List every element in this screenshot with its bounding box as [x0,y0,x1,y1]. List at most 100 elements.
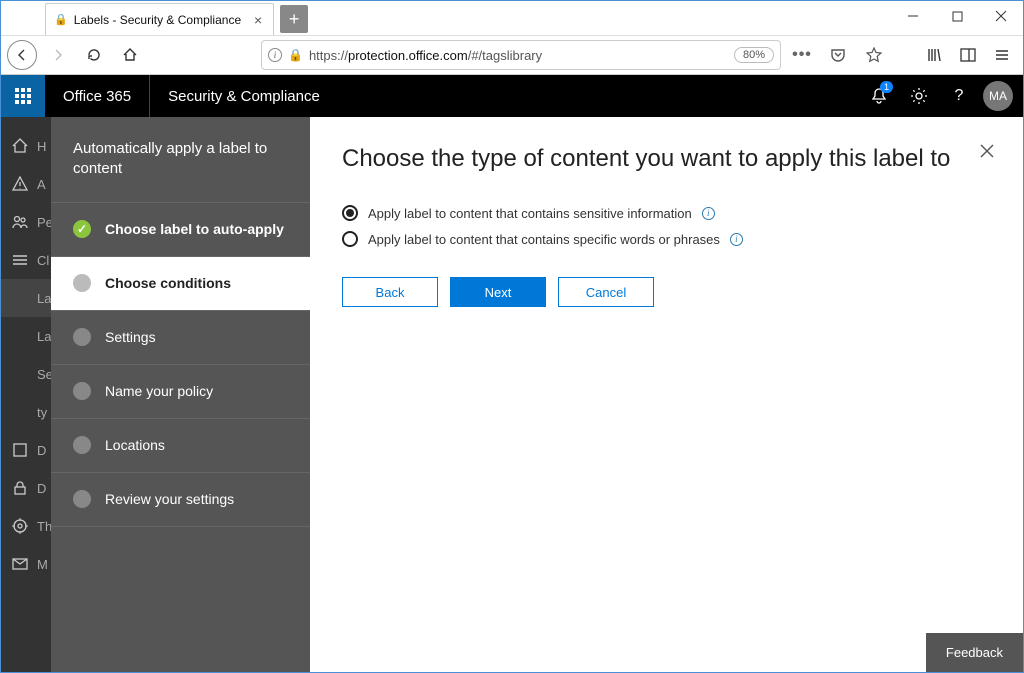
leftnav-item[interactable]: Th [1,507,51,545]
brand-label[interactable]: Office 365 [45,75,150,117]
app-launcher-button[interactable] [1,75,45,117]
help-button[interactable]: ? [939,75,979,117]
nav-reload-button[interactable] [79,40,109,70]
leftnav-label: H [37,139,46,154]
leftnav-item[interactable]: ty [1,393,51,431]
option-label: Apply label to content that contains sen… [368,206,692,221]
people-icon [11,213,29,231]
leftnav-item[interactable]: A [1,165,51,203]
content-type-option[interactable]: Apply label to content that contains sen… [342,205,991,221]
tab-close-button[interactable]: × [251,13,265,27]
leftnav-label: Cl [37,253,49,268]
leftnav-item[interactable]: M [1,545,51,583]
browser-tab[interactable]: 🔒 Labels - Security & Compliance × [45,3,274,35]
gear-icon [910,87,928,105]
notifications-button[interactable]: 1 [859,75,899,117]
url-bar[interactable]: i 🔒 https://protection.office.com/#/tags… [261,40,781,70]
help-icon: ? [955,87,964,105]
new-tab-button[interactable]: + [280,5,308,33]
browser-menu-icon[interactable] [987,40,1017,70]
lock-icon: 🔒 [54,13,68,26]
close-panel-button[interactable] [975,139,999,163]
page-actions-icon[interactable]: ••• [787,40,817,70]
threat-icon [11,517,29,535]
wizard-step[interactable]: Settings [51,311,310,365]
leftnav-label: Se [37,367,51,382]
left-nav: H A Pe Cl La La Se ty DD Th M [1,117,51,672]
nav-back-button[interactable] [7,40,37,70]
leftnav-item[interactable]: H [1,127,51,165]
cancel-button[interactable]: Cancel [558,277,654,307]
panel-heading: Choose the type of content you want to a… [342,145,991,173]
radio-icon [342,231,358,247]
back-button[interactable]: Back [342,277,438,307]
wizard-content-panel: Choose the type of content you want to a… [310,117,1023,672]
leftnav-item[interactable]: Pe [1,203,51,241]
option-label: Apply label to content that contains spe… [368,232,720,247]
content-type-option[interactable]: Apply label to content that contains spe… [342,231,991,247]
bookmark-star-icon[interactable] [859,40,889,70]
nav-forward-button[interactable] [43,40,73,70]
leftnav-item[interactable]: Cl [1,241,51,279]
app-topbar: Office 365 Security & Compliance 1 ? MA [1,75,1023,117]
wizard-overlay: Automatically apply a label to content C… [51,117,1023,672]
leftnav-label: D [37,443,46,458]
leftnav-item[interactable]: D [1,431,51,469]
info-icon[interactable]: i [730,233,743,246]
wizard-step[interactable]: Review your settings [51,473,310,527]
workspace: H A Pe Cl La La Se ty DD Th M Automatically apply … [1,117,1023,672]
info-icon[interactable]: i [702,207,715,220]
url-text: https://protection.office.com/#/tagslibr… [309,48,728,63]
step-bullet-icon [73,490,91,508]
wizard-step[interactable]: Locations [51,419,310,473]
leftnav-item[interactable]: Se [1,355,51,393]
leftnav-item[interactable]: La [1,317,51,355]
nav-home-button[interactable] [115,40,145,70]
next-button[interactable]: Next [450,277,546,307]
settings-button[interactable] [899,75,939,117]
class-icon [11,251,29,269]
tab-title: Labels - Security & Compliance [74,13,241,27]
leftnav-label: ty [37,405,47,420]
step-bullet-icon [73,382,91,400]
zoom-indicator[interactable]: 80% [734,47,774,63]
wizard-step[interactable]: Choose label to auto-apply [51,203,310,257]
leftnav-item[interactable]: D [1,469,51,507]
step-label: Choose label to auto-apply [105,221,284,237]
wizard-steps-panel: Automatically apply a label to content C… [51,117,310,672]
padlock-icon: 🔒 [288,48,303,62]
sidebar-toggle-icon[interactable] [953,40,983,70]
close-icon [979,143,995,159]
leftnav-label: La [37,291,51,306]
radio-icon [342,205,358,221]
window-close-button[interactable] [979,1,1023,31]
step-label: Review your settings [105,491,234,507]
wizard-title: Automatically apply a label to content [51,117,310,203]
browser-window: 🔒 Labels - Security & Compliance × + i 🔒… [0,0,1024,673]
site-info-icon[interactable]: i [268,48,282,62]
leftnav-label: Pe [37,215,51,230]
leftnav-item[interactable]: La [1,279,51,317]
data-icon [11,441,29,459]
leftnav-label: Th [37,519,51,534]
pocket-icon[interactable] [823,40,853,70]
product-label[interactable]: Security & Compliance [150,88,338,105]
step-bullet-icon [73,274,91,292]
wizard-step[interactable]: Choose conditions [51,257,310,311]
browser-titlebar: 🔒 Labels - Security & Compliance × + [1,1,1023,35]
window-maximize-button[interactable] [935,1,979,31]
home-icon [11,137,29,155]
leftnav-label: M [37,557,48,572]
library-icon[interactable] [919,40,949,70]
button-row: Back Next Cancel [342,277,991,307]
step-label: Name your policy [105,383,213,399]
browser-navbar: i 🔒 https://protection.office.com/#/tags… [1,35,1023,75]
feedback-button[interactable]: Feedback [926,633,1023,672]
user-avatar[interactable]: MA [983,81,1013,111]
step-label: Choose conditions [105,275,231,291]
leftnav-label: A [37,177,46,192]
waffle-icon [15,88,31,104]
step-label: Locations [105,437,165,453]
window-minimize-button[interactable] [891,1,935,31]
wizard-step[interactable]: Name your policy [51,365,310,419]
